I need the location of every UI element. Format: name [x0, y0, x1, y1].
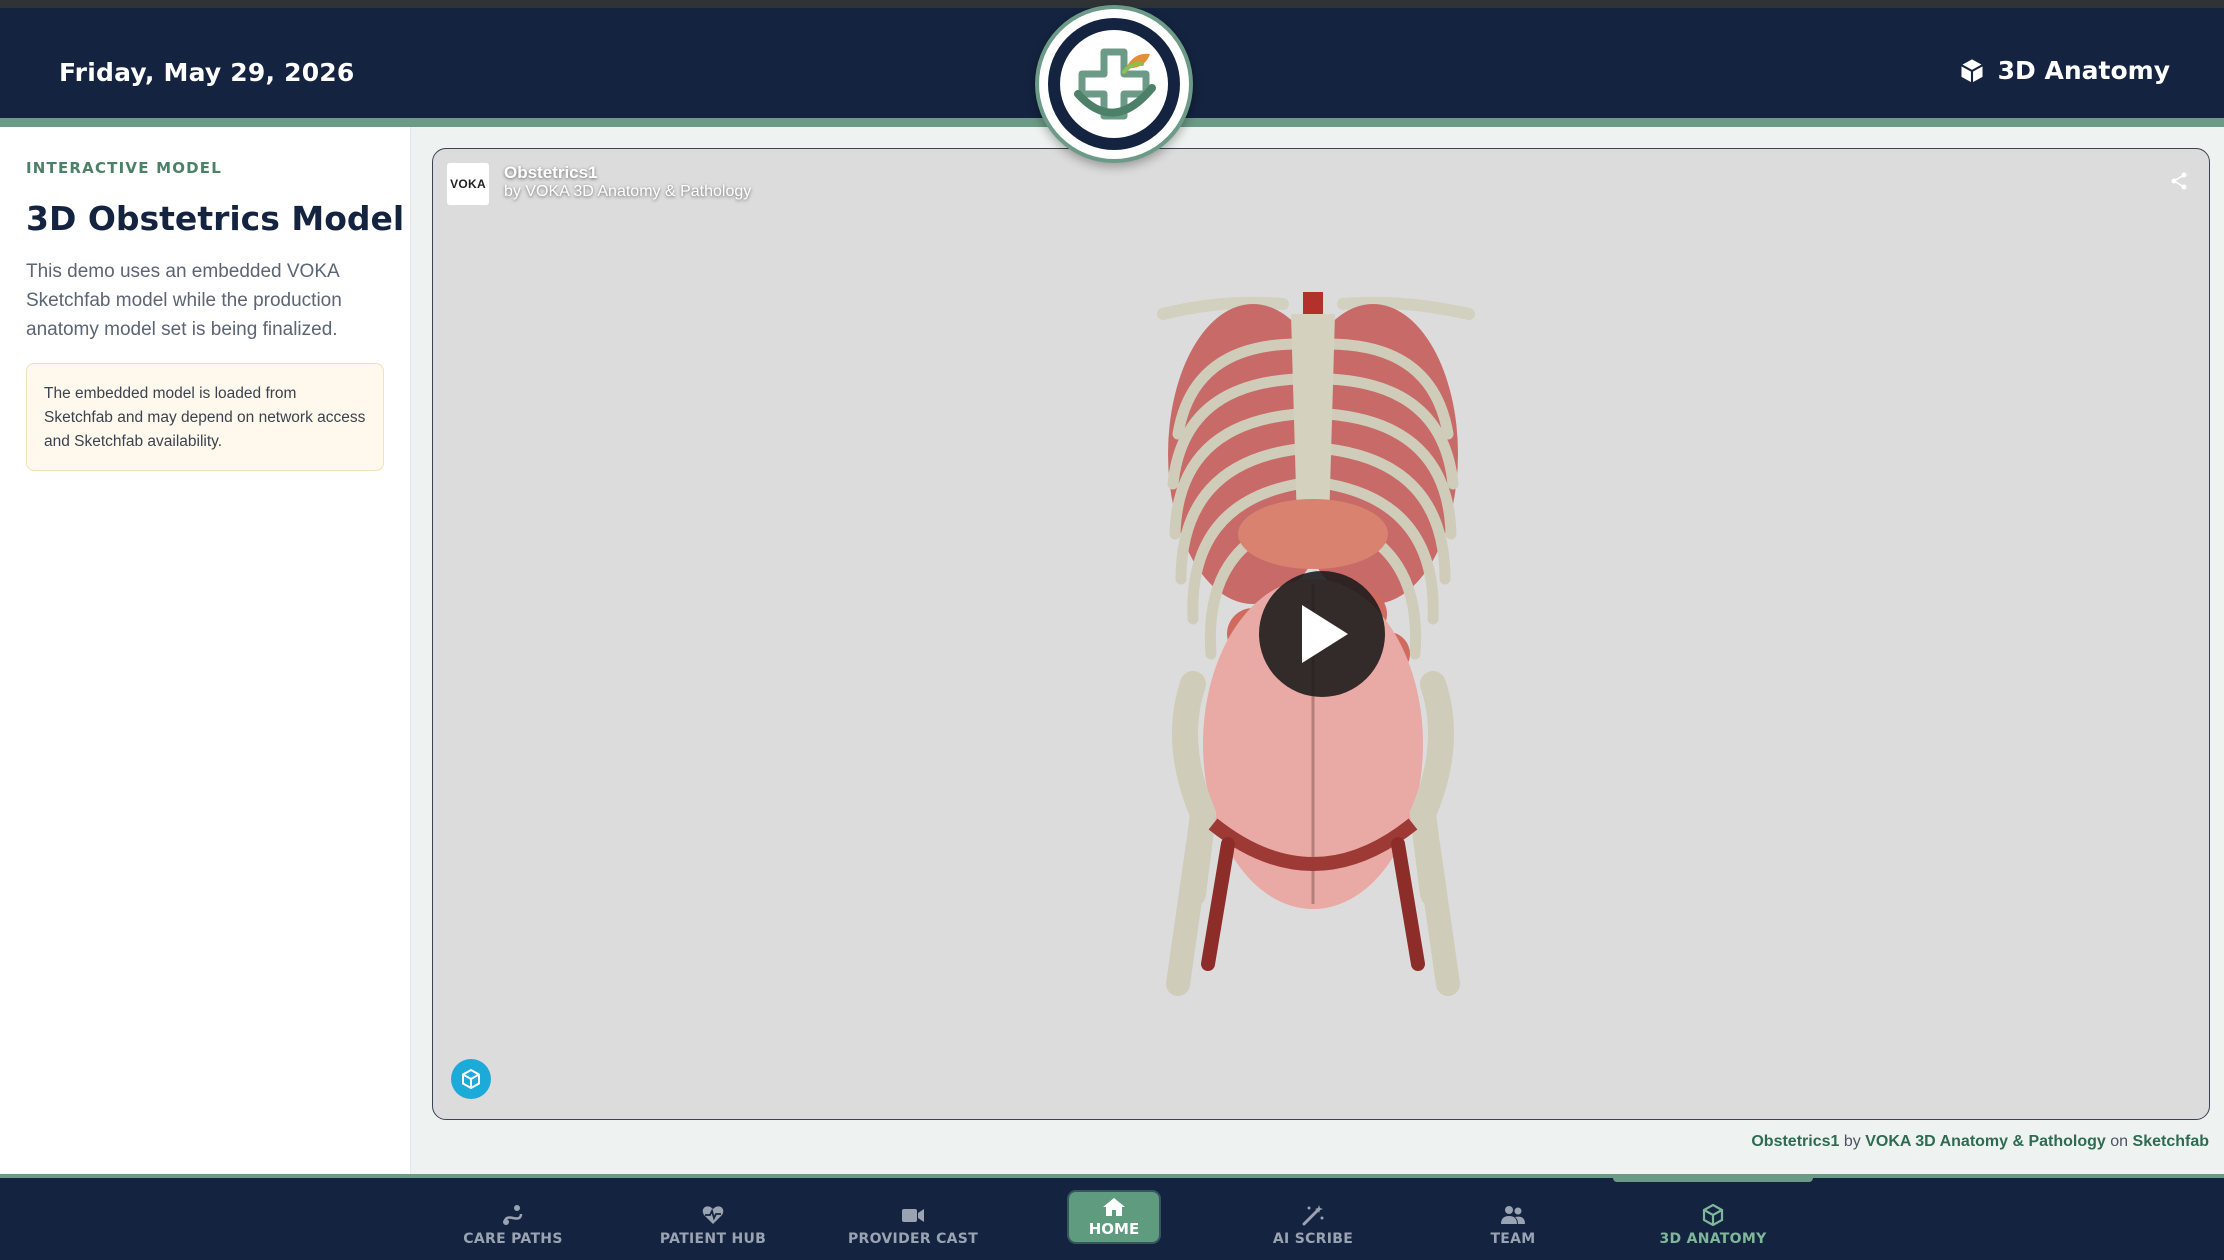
sidebar-eyebrow: INTERACTIVE MODEL	[26, 159, 223, 177]
header-page-label-text: 3D Anatomy	[1997, 56, 2170, 85]
play-button[interactable]	[1259, 571, 1385, 697]
nav-item-provider-cast[interactable]: PROVIDER CAST	[838, 1204, 988, 1247]
video-camera-icon	[902, 1209, 924, 1222]
credit-platform-link[interactable]: Sketchfab	[2133, 1133, 2209, 1150]
play-icon	[1302, 605, 1348, 663]
header-page-label: 3D Anatomy	[1958, 56, 2170, 85]
credit-author-link[interactable]: VOKA 3D Anatomy & Pathology	[1865, 1133, 2106, 1150]
magic-wand-icon	[1302, 1205, 1324, 1226]
team-icon	[1501, 1206, 1525, 1224]
cube-icon	[1960, 58, 1983, 83]
sketchfab-logo-icon[interactable]	[451, 1059, 491, 1099]
medical-cross-logo-icon	[1074, 48, 1156, 120]
page-title: 3D Obstetrics Model	[26, 199, 405, 238]
sidebar-description: This demo uses an embedded VOKA Sketchfa…	[26, 261, 342, 340]
home-icon	[1103, 1198, 1125, 1216]
nav-item-ai-scribe[interactable]: AI SCRIBE	[1238, 1204, 1388, 1247]
bottom-nav: CARE PATHS PATIENT HUB PROVIDER CAST HOM…	[0, 1178, 2224, 1260]
nav-item-team[interactable]: TEAM	[1438, 1204, 1588, 1247]
nav-item-care-paths[interactable]: CARE PATHS	[438, 1204, 588, 1247]
care-paths-icon	[503, 1205, 523, 1225]
share-icon[interactable]	[2169, 171, 2189, 191]
network-notice: The embedded model is loaded from Sketch…	[26, 363, 384, 471]
heart-pulse-icon	[702, 1206, 724, 1224]
nav-item-home[interactable]: HOME	[1069, 1192, 1159, 1242]
nav-item-patient-hub[interactable]: PATIENT HUB	[638, 1204, 788, 1247]
sketchfab-viewer[interactable]: VOKA Obstetrics1 by VOKA 3D Anatomy & Pa…	[432, 148, 2210, 1120]
model-credit: Obstetrics1 by VOKA 3D Anatomy & Patholo…	[1751, 1133, 2209, 1150]
model-author-avatar[interactable]: VOKA	[447, 163, 489, 205]
viewer-model-author[interactable]: by VOKA 3D Anatomy & Pathology	[504, 183, 751, 201]
nav-item-3d-anatomy[interactable]: 3D ANATOMY	[1638, 1204, 1788, 1247]
cube-icon	[1702, 1204, 1724, 1226]
header-date: Friday, May 29, 2026	[59, 58, 355, 87]
sidebar: INTERACTIVE MODEL 3D Obstetrics Model Th…	[0, 127, 411, 1174]
nav-active-indicator	[1613, 1178, 1813, 1182]
viewer-model-title[interactable]: Obstetrics1	[504, 163, 598, 183]
credit-model-link[interactable]: Obstetrics1	[1751, 1133, 1839, 1150]
app-logo[interactable]	[1035, 5, 1193, 163]
